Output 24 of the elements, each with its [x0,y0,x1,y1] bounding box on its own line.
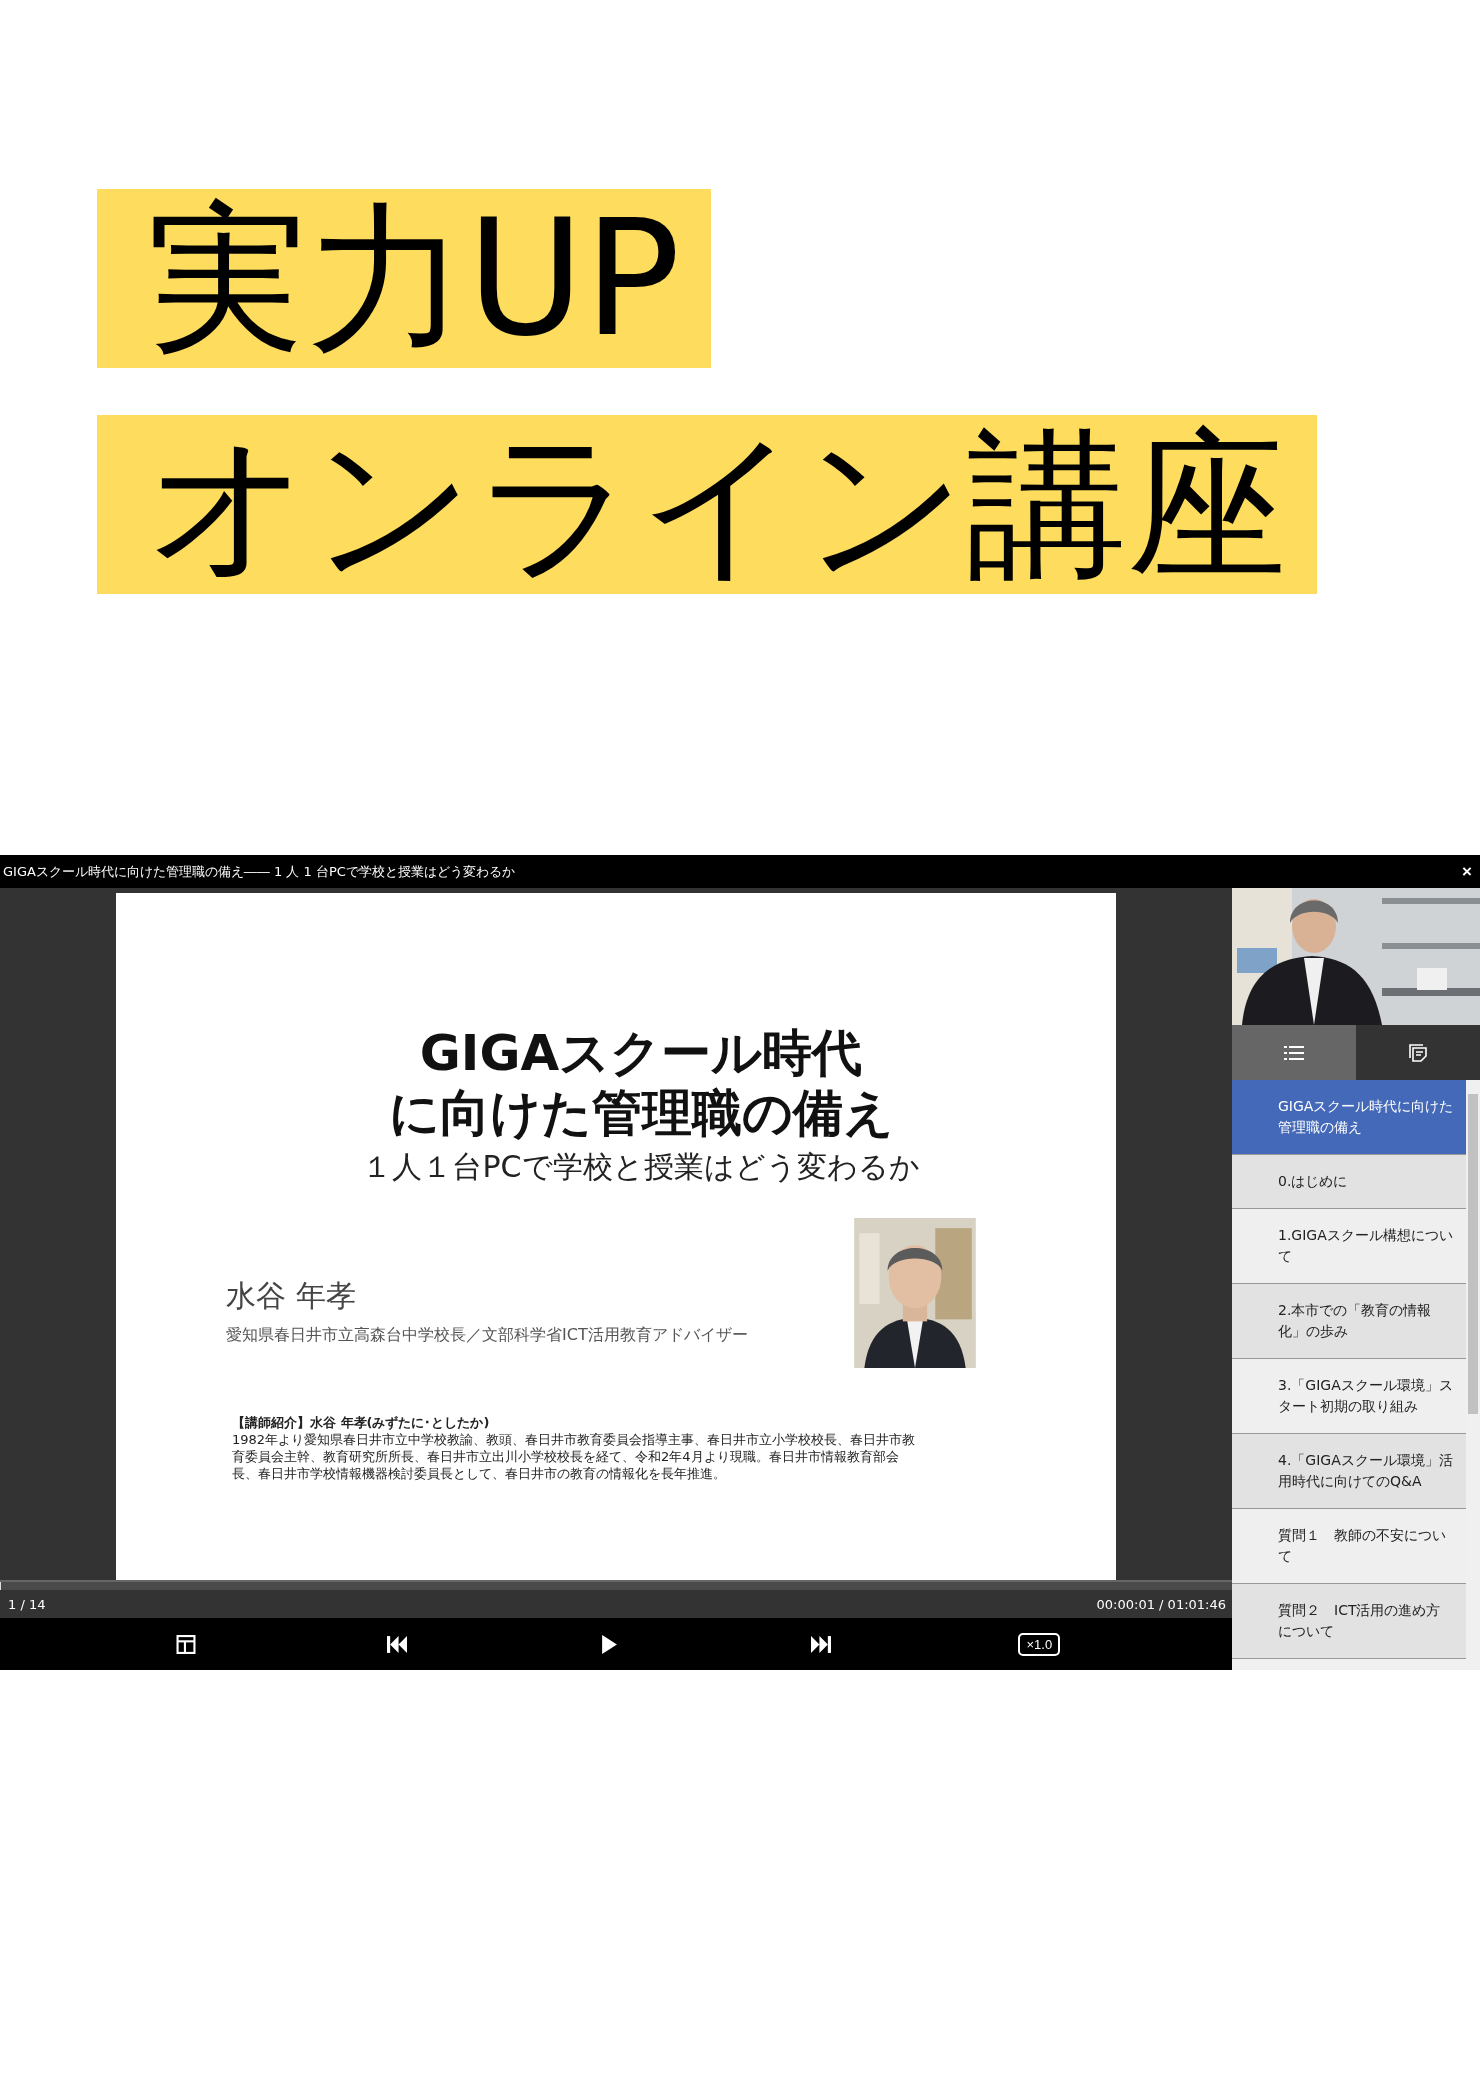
skip-back-icon [387,1634,408,1654]
banner-heading: オンライン講座 [97,415,1317,594]
video-title: GIGAスクール時代に向けた管理職の備え―― 1 人 1 台PCで学校と授業はどう変わるか [3,862,515,881]
speaker-affiliation: 愛知県春日井市立高森台中学校長／文部科学省ICT活用教育アドバイザー [226,1325,748,1346]
close-button[interactable]: × [1458,861,1476,882]
chapter-item[interactable]: 質問２ ICT活用の進め方について [1232,1584,1466,1659]
speaker-profile: 【講師紹介】水谷 年孝(みずたに･としたか) 1982年より愛知県春日井市立中学校教諭、教頭、春日井市教育委員会指導主事、春日井市立小学校校長、春日井市教育委員会主幹、教育研究所所長、春日井市立出川小学校校長を経て、令和2年4月より現職。春日井市情報教育部会長、春日井市学校情報機器検討委員長として、春日井市の教育の情報化を長年推進。 [231,1414,917,1482]
skip-forward-icon [810,1634,831,1654]
chapter-item[interactable]: GIGAスクール時代に向けた管理職の備え [1232,1080,1466,1155]
chapter-item[interactable]: 0.はじめに [1232,1155,1466,1209]
list-icon [1284,1043,1304,1062]
playback-speed-button[interactable]: ×1.0 [1018,1632,1061,1656]
play-icon [599,1634,620,1654]
chapter-item[interactable]: 2.本市での「教育の情報化」の歩み [1232,1284,1466,1359]
page-counter: 1 / 14 [8,1596,46,1612]
notes-icon [1408,1043,1428,1062]
layout-icon [175,1634,196,1654]
speaker-name: 水谷 年孝 [226,1277,357,1315]
chapter-item[interactable]: 4.「GIGAスクール環境」活用時代に向けてのQ&A [1232,1434,1466,1509]
slide-title: GIGAスクール時代 に向けた管理職の備え [387,1023,895,1143]
scrollbar-thumb[interactable] [1468,1094,1478,1414]
banner-heading: 実力UP [97,189,711,368]
slide-subtitle: １人１台PCで学校と授業はどう変わるか [361,1148,921,1186]
time-display: 00:00:01 / 01:01:46 [1096,1596,1226,1612]
